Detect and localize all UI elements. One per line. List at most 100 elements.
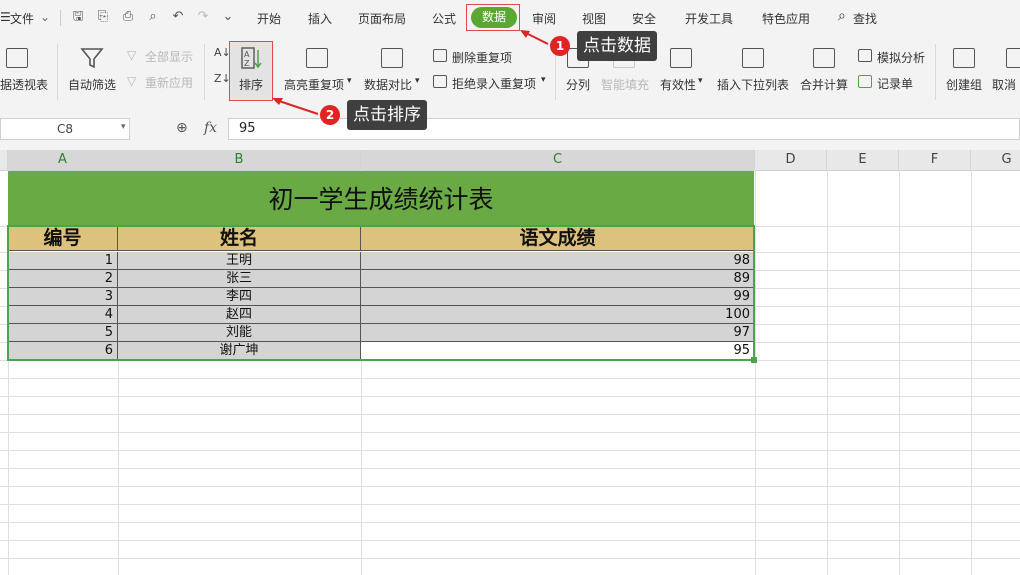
search-button[interactable]: 查找	[853, 10, 877, 27]
cell-name[interactable]: 赵四	[118, 306, 361, 324]
dropdown-arrow-icon[interactable]: ▾	[698, 76, 703, 86]
customize-icon[interactable]: ⌄	[220, 9, 236, 25]
divider	[57, 44, 58, 100]
tab-security[interactable]: 安全	[632, 10, 656, 27]
file-menu[interactable]: 文件	[10, 10, 34, 27]
name-box-value: C8	[56, 122, 73, 136]
column-header-g[interactable]: G	[971, 150, 1020, 170]
cell-id[interactable]: 1	[8, 252, 118, 270]
chevron-down-icon[interactable]: ▾	[121, 122, 126, 132]
cell-score[interactable]: 89	[361, 270, 755, 288]
tab-home[interactable]: 开始	[257, 10, 281, 27]
column-header-d[interactable]: D	[755, 150, 827, 170]
validity-button[interactable]: 有效性	[660, 76, 696, 93]
insert-dropdown-icon	[742, 48, 764, 68]
print-preview-icon[interactable]: ⌕	[145, 9, 161, 25]
insert-dropdown-button[interactable]: 插入下拉列表	[717, 76, 789, 93]
tab-insert[interactable]: 插入	[308, 10, 332, 27]
tab-page-layout[interactable]: 页面布局	[358, 10, 406, 27]
data-compare-button[interactable]: 数据对比	[364, 76, 412, 93]
export-icon[interactable]: ⎘	[95, 9, 111, 25]
active-cell-score[interactable]: 95	[361, 342, 755, 360]
header-cell-name[interactable]: 姓名	[118, 226, 361, 251]
reject-duplicates-button[interactable]: 拒绝录入重复项	[452, 75, 536, 92]
highlight-duplicates-button[interactable]: 高亮重复项	[284, 76, 344, 93]
fx-icon[interactable]: fx	[204, 120, 217, 136]
header-cell-id[interactable]: 编号	[8, 226, 118, 251]
form-button[interactable]: 记录单	[877, 75, 913, 92]
divider	[935, 44, 936, 100]
step-badge-1: 1	[550, 36, 570, 56]
grid-line	[0, 414, 1020, 415]
dropdown-arrow-icon[interactable]: ▾	[347, 76, 352, 86]
show-all-button[interactable]: 全部显示	[145, 48, 193, 65]
search-icon[interactable]: ⌕	[838, 8, 846, 24]
redo-icon[interactable]: ↷	[195, 9, 211, 25]
tab-review[interactable]: 审阅	[532, 10, 556, 27]
undo-icon[interactable]: ↶	[170, 9, 186, 25]
ungroup-button[interactable]: 取消	[992, 76, 1016, 93]
pivot-table-button[interactable]: 据透视表	[0, 76, 48, 93]
cell-id[interactable]: 2	[8, 270, 118, 288]
grid-line	[0, 360, 1020, 361]
whatif-button[interactable]: 模拟分析	[877, 49, 925, 66]
group-icon	[953, 48, 975, 68]
ungroup-icon	[1006, 48, 1020, 68]
select-all-corner[interactable]	[0, 150, 8, 170]
smart-fill-button[interactable]: 智能填充	[601, 76, 649, 93]
column-header-f[interactable]: F	[899, 150, 971, 170]
tab-view[interactable]: 视图	[582, 10, 606, 27]
tab-features[interactable]: 特色应用	[762, 10, 810, 27]
step-tooltip-2: 点击排序	[347, 100, 427, 130]
sort-icon: AZ	[241, 47, 262, 69]
formula-value: 95	[239, 121, 256, 136]
grid-line	[0, 558, 1020, 559]
highlight-duplicates-icon	[306, 48, 328, 68]
cell-id[interactable]: 3	[8, 288, 118, 306]
grid-line	[827, 170, 828, 575]
autofilter-button[interactable]: 自动筛选	[68, 76, 116, 93]
print-icon[interactable]: ⎙	[120, 9, 136, 25]
tab-developer[interactable]: 开发工具	[685, 10, 733, 27]
fill-handle[interactable]	[751, 357, 757, 363]
dropdown-arrow-icon[interactable]: ▾	[415, 76, 420, 86]
cell-name[interactable]: 王明	[118, 252, 361, 270]
cell-score[interactable]: 100	[361, 306, 755, 324]
grid-line	[971, 170, 972, 575]
column-header-a[interactable]: A	[8, 150, 118, 170]
sort-label: 排序	[239, 78, 264, 92]
header-cell-score[interactable]: 语文成绩	[361, 226, 755, 251]
tab-formulas[interactable]: 公式	[432, 10, 456, 27]
column-header-c[interactable]: C	[361, 150, 755, 170]
dropdown-arrow-icon[interactable]: ▾	[541, 75, 546, 85]
column-header-b[interactable]: B	[118, 150, 361, 170]
cell-name[interactable]: 谢广坤	[118, 342, 361, 360]
cell-id[interactable]: 6	[8, 342, 118, 360]
cell-name[interactable]: 李四	[118, 288, 361, 306]
name-box[interactable]: C8	[0, 118, 130, 140]
cell-name[interactable]: 刘能	[118, 324, 361, 342]
reject-duplicates-icon	[433, 75, 447, 88]
consolidate-button[interactable]: 合并计算	[800, 76, 848, 93]
svg-text:A: A	[244, 50, 250, 59]
reapply-button[interactable]: 重新应用	[145, 74, 193, 91]
cell-id[interactable]: 4	[8, 306, 118, 324]
ribbon-toolbar: 据透视表 自动筛选 ▽ 全部显示 ▽ 重新应用 A↓ Z↓ AZ 排序 高亮重复…	[0, 36, 1020, 109]
step-tooltip-1: 点击数据	[577, 31, 657, 61]
cell-score[interactable]: 98	[361, 252, 755, 270]
cell-score[interactable]: 99	[361, 288, 755, 306]
cell-id[interactable]: 5	[8, 324, 118, 342]
text-to-columns-button[interactable]: 分列	[566, 76, 590, 93]
cell-name[interactable]: 张三	[118, 270, 361, 288]
zoom-search-icon[interactable]: ⊕	[176, 120, 188, 136]
save-icon[interactable]: 🖫	[70, 9, 86, 25]
sheet-title-cell[interactable]: 初一学生成绩统计表	[8, 171, 754, 226]
cell-score[interactable]: 97	[361, 324, 755, 342]
grid-line	[0, 396, 1020, 397]
chevron-down-icon[interactable]: ⌄	[40, 10, 50, 24]
column-header-e[interactable]: E	[827, 150, 899, 170]
menu-bar: ☰ 文件 ⌄ 🖫 ⎘ ⎙ ⌕ ↶ ↷ ⌄ 开始 插入 页面布局 公式 数据 审阅…	[0, 0, 1020, 36]
remove-duplicates-button[interactable]: 删除重复项	[452, 49, 512, 66]
step-badge-2: 2	[320, 105, 340, 125]
group-button[interactable]: 创建组	[946, 76, 982, 93]
